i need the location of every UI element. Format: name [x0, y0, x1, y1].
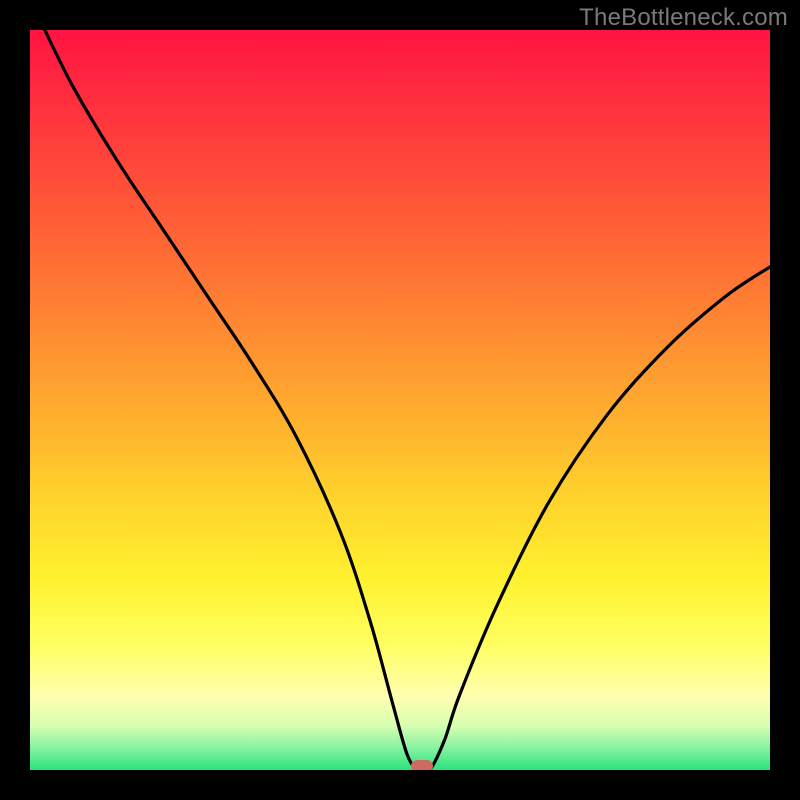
chart-frame: TheBottleneck.com: [0, 0, 800, 800]
bottleneck-curve: [30, 30, 770, 770]
optimum-marker: [411, 760, 433, 770]
plot-area: [30, 30, 770, 770]
watermark-text: TheBottleneck.com: [579, 4, 788, 32]
